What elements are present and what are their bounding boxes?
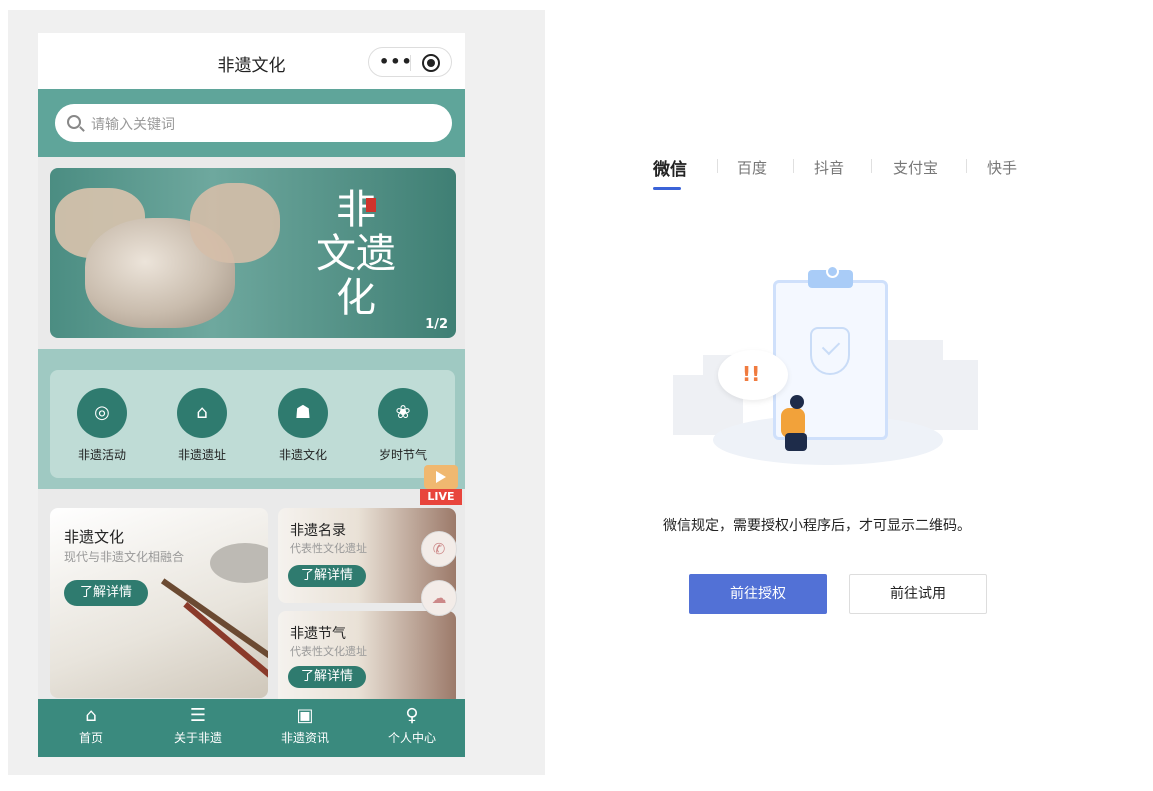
swirl-icon: ◎ [94,402,110,423]
active-tab-underline [653,187,681,190]
tab-douyin[interactable]: 抖音 [814,157,844,178]
phone-icon: ✆ [432,540,446,558]
nav-bar: 非遗文化 ••• [38,33,465,89]
search-icon [67,115,81,129]
category-item-solar-terms[interactable]: ❀ 岁时节气 [363,388,443,463]
category-item-activities[interactable]: ◎ 非遗活动 [62,388,142,463]
search-area: 请输入关键词 [38,89,465,157]
card-title: 非遗文化 [64,528,125,546]
person-head [790,395,804,409]
tab-kuaishou[interactable]: 快手 [987,157,1017,178]
play-icon [436,471,446,483]
auth-message: 微信规定，需要授权小程序后，才可显示二维码。 [663,518,971,534]
pavilion-icon: ⌂ [196,402,208,423]
clipboard-clip [808,265,853,288]
bottom-tab-bar: ⌂ 首页 ☰ 关于非遗 ▣ 非遗资讯 ♀ 个人中心 [38,699,465,757]
message-icon: ▣ [296,705,314,726]
tab-label: 非遗资讯 [280,731,329,745]
red-seal-stamp [366,198,376,212]
phone-float-button[interactable]: ✆ [421,531,457,567]
stage: 非遗文化 ••• 请输入关键词 非 文遗 化 1/2 ◎ 非遗活动 ⌂ 非遗遗址… [0,0,1153,791]
tab-label: 关于非遗 [173,731,222,745]
card-solar-terms[interactable]: 非遗节气 代表性文化遗址 了解详情 [278,611,456,706]
building-shape [673,375,703,435]
tab-divider [871,159,872,173]
book-reader-icon: ☗ [294,402,312,423]
tab-divider [793,159,794,173]
document-icon: ☰ [189,705,207,726]
category-circle: ⌂ [177,388,227,438]
category-label: 非遗文化 [278,448,327,462]
banner-counter: 1/2 [425,317,448,332]
category-label: 非遗遗址 [177,448,226,462]
card-title: 非遗节气 [290,626,346,642]
tab-news[interactable]: ▣ 非遗资讯 [252,705,358,746]
category-circle: ❀ [378,388,428,438]
tab-about[interactable]: ☰ 关于非遗 [145,705,251,746]
tab-baidu[interactable]: 百度 [737,157,767,178]
tab-alipay[interactable]: 支付宝 [893,157,938,178]
tab-label: 首页 [78,731,103,745]
banner-hand-image-right [190,183,280,263]
banner-calligraphy: 非 文遗 化 [316,188,396,320]
category-label: 非遗活动 [77,448,126,462]
chat-float-button[interactable]: ☁ [421,580,457,616]
category-item-culture[interactable]: ☗ 非遗文化 [263,388,343,463]
mini-program-preview: 非遗文化 ••• 请输入关键词 非 文遗 化 1/2 ◎ 非遗活动 ⌂ 非遗遗址… [38,33,465,757]
trial-button[interactable]: 前往试用 [849,574,987,614]
category-item-sites[interactable]: ⌂ 非遗遗址 [162,388,242,463]
category-label: 岁时节气 [378,448,427,462]
search-placeholder: 请输入关键词 [91,117,175,133]
qr-auth-panel: 微信 百度 抖音 支付宝 快手 !! 微信规定，需要授权小程序后，才可显示二维码… [545,0,1153,791]
live-badge[interactable]: LIVE [420,463,462,507]
calligraphy-line: 非 [336,187,376,233]
target-icon[interactable] [422,54,440,72]
alert-bubble: !! [718,350,788,400]
tab-profile[interactable]: ♀ 个人中心 [359,705,465,746]
calligraphy-line: 文遗 [316,231,396,277]
tab-home[interactable]: ⌂ 首页 [38,705,144,746]
tab-divider [717,159,718,173]
lotus-icon: ❀ [395,402,411,423]
authorize-button[interactable]: 前往授权 [689,574,827,614]
authorization-illustration: !! [673,265,1003,475]
card-culture[interactable]: 非遗文化 现代与非遗文化相融合 了解详情 [50,508,268,698]
card-subtitle: 代表性文化遗址 [290,645,367,658]
search-input[interactable]: 请输入关键词 [55,104,452,142]
calligraphy-line: 化 [336,275,376,321]
detail-button[interactable]: 了解详情 [64,580,148,606]
inkstone-image [210,543,268,583]
exclamation-icon: !! [742,362,761,386]
person-legs [785,433,807,451]
category-circle: ◎ [77,388,127,438]
tab-divider [966,159,967,173]
tab-wechat[interactable]: 微信 [653,155,687,180]
tab-label: 个人中心 [387,731,436,745]
building-shape [938,360,978,430]
building-shape [888,340,943,430]
category-circle: ☗ [278,388,328,438]
chat-icon: ☁ [431,589,447,607]
user-icon: ♀ [405,705,419,726]
card-title: 非遗名录 [290,523,346,539]
card-subtitle: 现代与非遗文化相融合 [64,550,185,564]
detail-button[interactable]: 了解详情 [288,666,366,688]
shield-check-icon [810,327,850,375]
card-subtitle: 代表性文化遗址 [290,542,367,555]
live-label: LIVE [420,489,462,505]
capsule-divider [410,55,411,71]
home-icon: ⌂ [85,705,97,726]
detail-button[interactable]: 了解详情 [288,565,366,587]
brush-image [160,578,268,664]
banner-carousel[interactable]: 非 文遗 化 1/2 [50,168,456,338]
more-dots-icon[interactable]: ••• [379,52,413,71]
category-grid: ◎ 非遗活动 ⌂ 非遗遗址 ☗ 非遗文化 ❀ 岁时节气 [50,370,455,478]
capsule-menu[interactable]: ••• [368,47,452,77]
